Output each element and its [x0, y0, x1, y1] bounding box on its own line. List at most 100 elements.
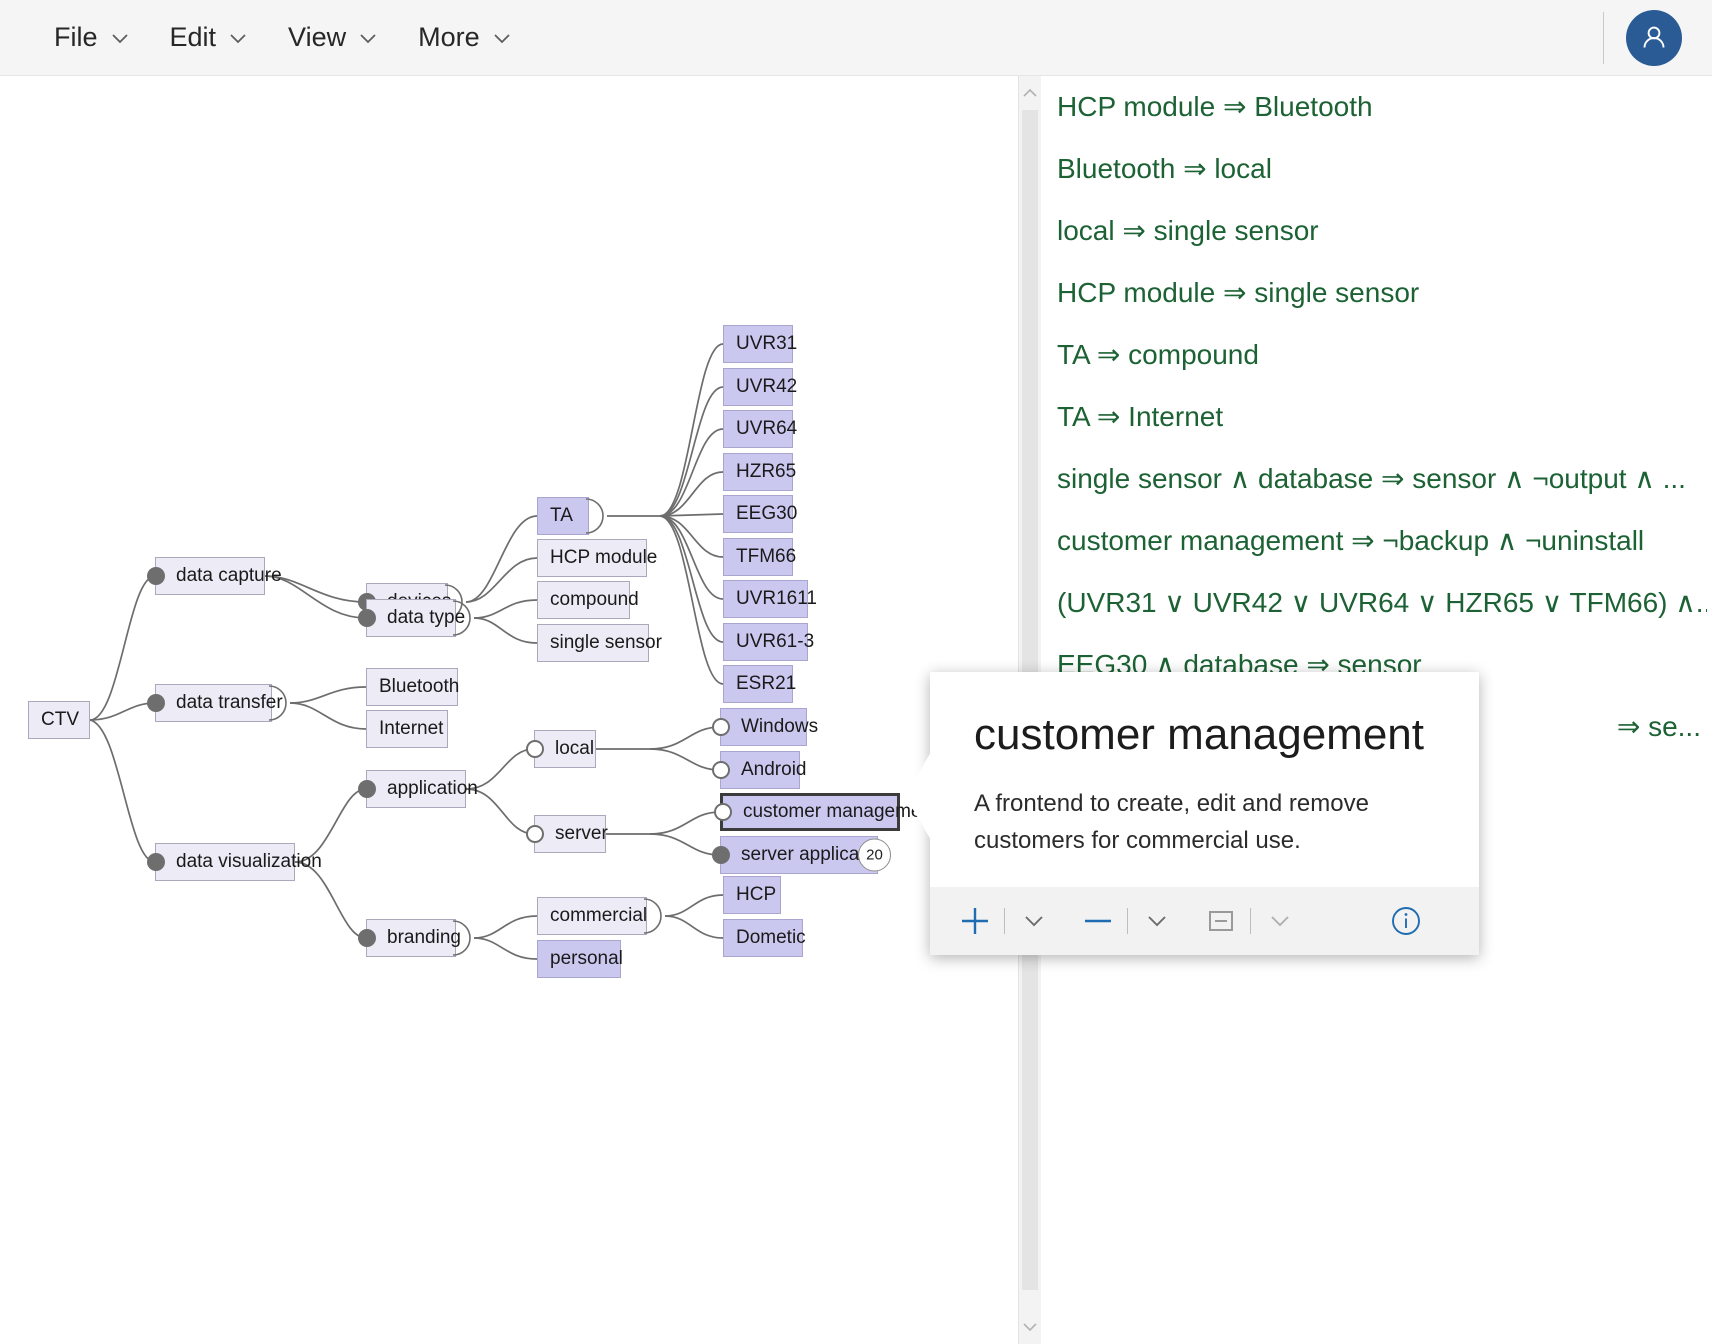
collapse-feature-button[interactable]	[1198, 898, 1244, 944]
child-count-badge: 20	[858, 838, 891, 872]
feature-node-hzr65[interactable]: HZR65	[723, 453, 796, 491]
feature-node-label: Bluetooth	[379, 676, 460, 697]
chevron-down-icon	[228, 28, 248, 48]
alternative-group-arc-icon	[452, 919, 473, 957]
mandatory-marker-icon	[147, 567, 165, 585]
feature-node-personal[interactable]: personal	[537, 940, 623, 978]
feature-node-hcp-module[interactable]: HCP module	[537, 539, 657, 577]
constraint-item[interactable]: TA ⇒ Internet	[1057, 386, 1707, 448]
feature-node-label: Dometic	[736, 927, 806, 948]
mandatory-marker-icon	[358, 609, 376, 627]
feature-node-data-capture[interactable]: data capture	[147, 557, 282, 595]
menu-item-more-label: More	[418, 22, 480, 52]
feature-node-uvr61-3[interactable]: UVR61-3	[723, 623, 814, 661]
divider	[1603, 11, 1604, 64]
feature-node-label: application	[387, 778, 478, 799]
popup-description: A frontend to create, edit and remove cu…	[974, 789, 1369, 854]
alternative-group-arc-icon	[643, 897, 664, 935]
feature-node-ta[interactable]: TA	[537, 497, 604, 535]
collapse-dropdown-button[interactable]	[1257, 898, 1303, 944]
feature-node-commercial[interactable]: commercial	[537, 897, 662, 935]
feature-node-uvr31[interactable]: UVR31	[723, 325, 797, 363]
feature-node-uvr64[interactable]: UVR64	[723, 410, 797, 448]
chevron-down-icon[interactable]	[1019, 1314, 1041, 1340]
feature-node-customer-management[interactable]: customer management	[714, 793, 937, 831]
menu-item-file[interactable]: File	[34, 16, 150, 59]
feature-node-hcp[interactable]: HCP	[723, 876, 781, 914]
alternative-group-arc-icon	[452, 599, 473, 637]
avatar[interactable]	[1626, 9, 1682, 66]
add-feature-button[interactable]	[952, 898, 998, 944]
optional-marker-icon	[712, 718, 730, 736]
add-feature-dropdown-button[interactable]	[1011, 898, 1057, 944]
feature-node-bluetooth[interactable]: Bluetooth	[366, 668, 459, 706]
popup-title: customer management	[974, 710, 1424, 759]
constraint-item[interactable]: Bluetooth ⇒ local	[1057, 138, 1707, 200]
chevron-down-icon	[1148, 916, 1166, 927]
constraint-item[interactable]: TA ⇒ compound	[1057, 324, 1707, 386]
menu-item-file-label: File	[54, 22, 98, 52]
remove-feature-dropdown-button[interactable]	[1134, 898, 1180, 944]
feature-node-application[interactable]: application	[358, 770, 478, 808]
feature-node-local[interactable]: local	[526, 730, 596, 768]
feature-node-label: EEG30	[736, 503, 798, 524]
feature-node-branding[interactable]: branding	[358, 919, 471, 957]
menu-item-edit[interactable]: Edit	[150, 16, 269, 59]
info-circle-icon	[1392, 907, 1420, 935]
constraint-item[interactable]: customer management ⇒ ¬backup ∧ ¬uninsta…	[1057, 510, 1707, 572]
feature-node-internet[interactable]: Internet	[366, 710, 448, 748]
feature-node-label: HCP	[736, 884, 777, 905]
feature-node-uvr42[interactable]: UVR42	[723, 368, 797, 406]
constraint-item[interactable]: HCP module ⇒ single sensor	[1057, 262, 1707, 324]
menu-bar: File Edit View More	[0, 0, 1712, 76]
chevron-up-icon[interactable]	[1019, 80, 1041, 106]
collapse-box-icon	[1209, 911, 1233, 931]
feature-node-tfm66[interactable]: TFM66	[723, 538, 796, 576]
chevron-down-icon	[110, 28, 130, 48]
minus-icon	[1085, 919, 1111, 923]
feature-node-label: server	[555, 823, 608, 844]
feature-node-data-visualization[interactable]: data visualization	[147, 843, 322, 881]
info-button[interactable]	[1383, 898, 1429, 944]
feature-node-eeg30[interactable]: EEG30	[723, 495, 797, 533]
feature-diagram-canvas[interactable]: CTV data capture data transfer data visu…	[0, 76, 1018, 1344]
popup-pointer	[904, 752, 931, 840]
feature-node-data-type[interactable]: data type	[358, 599, 471, 637]
feature-detail-popup[interactable]: customer management A frontend to create…	[905, 672, 1479, 955]
popup-body: customer management A frontend to create…	[930, 672, 1479, 859]
feature-node-data-transfer[interactable]: data transfer	[147, 684, 287, 722]
optional-marker-icon	[526, 825, 544, 843]
feature-node-label: UVR31	[736, 333, 798, 354]
menu-item-more[interactable]: More	[398, 16, 532, 59]
feature-node-label: UVR42	[736, 376, 798, 397]
menu-item-view[interactable]: View	[268, 16, 398, 59]
divider	[1250, 908, 1251, 934]
feature-node-windows[interactable]: Windows	[712, 708, 818, 746]
feature-node-esr21[interactable]: ESR21	[723, 665, 796, 703]
feature-node-label: TA	[550, 505, 573, 526]
feature-node-android[interactable]: Android	[712, 751, 807, 789]
feature-node-label: HCP module	[550, 547, 658, 568]
chevron-down-icon	[492, 28, 512, 48]
optional-marker-icon	[712, 761, 730, 779]
feature-node-server[interactable]: server	[526, 815, 608, 853]
plus-icon	[962, 908, 988, 934]
mandatory-marker-icon	[147, 694, 165, 712]
feature-node-uvr1611[interactable]: UVR1611	[723, 580, 817, 618]
menu-bar-right	[1603, 9, 1712, 66]
feature-node-label: TFM66	[736, 546, 797, 567]
feature-node-server-application[interactable]: server application 20	[712, 836, 891, 874]
feature-node-label: data visualization	[176, 851, 322, 872]
mandatory-marker-icon	[358, 929, 376, 947]
feature-node-single-sensor[interactable]: single sensor	[537, 624, 662, 662]
feature-node-dometic[interactable]: Dometic	[723, 919, 806, 957]
constraint-item[interactable]: single sensor ∧ database ⇒ sensor ∧ ¬out…	[1057, 448, 1707, 510]
menu-item-edit-label: Edit	[169, 22, 217, 52]
menu-item-view-label: View	[288, 22, 347, 52]
feature-node-ctv[interactable]: CTV	[28, 701, 90, 739]
constraint-item[interactable]: HCP module ⇒ Bluetooth	[1057, 76, 1707, 138]
feature-node-compound[interactable]: compound	[537, 581, 639, 619]
remove-feature-button[interactable]	[1075, 898, 1121, 944]
constraint-item[interactable]: (UVR31 ∨ UVR42 ∨ UVR64 ∨ HZR65 ∨ TFM66) …	[1057, 572, 1707, 634]
constraint-item[interactable]: local ⇒ single sensor	[1057, 200, 1707, 262]
